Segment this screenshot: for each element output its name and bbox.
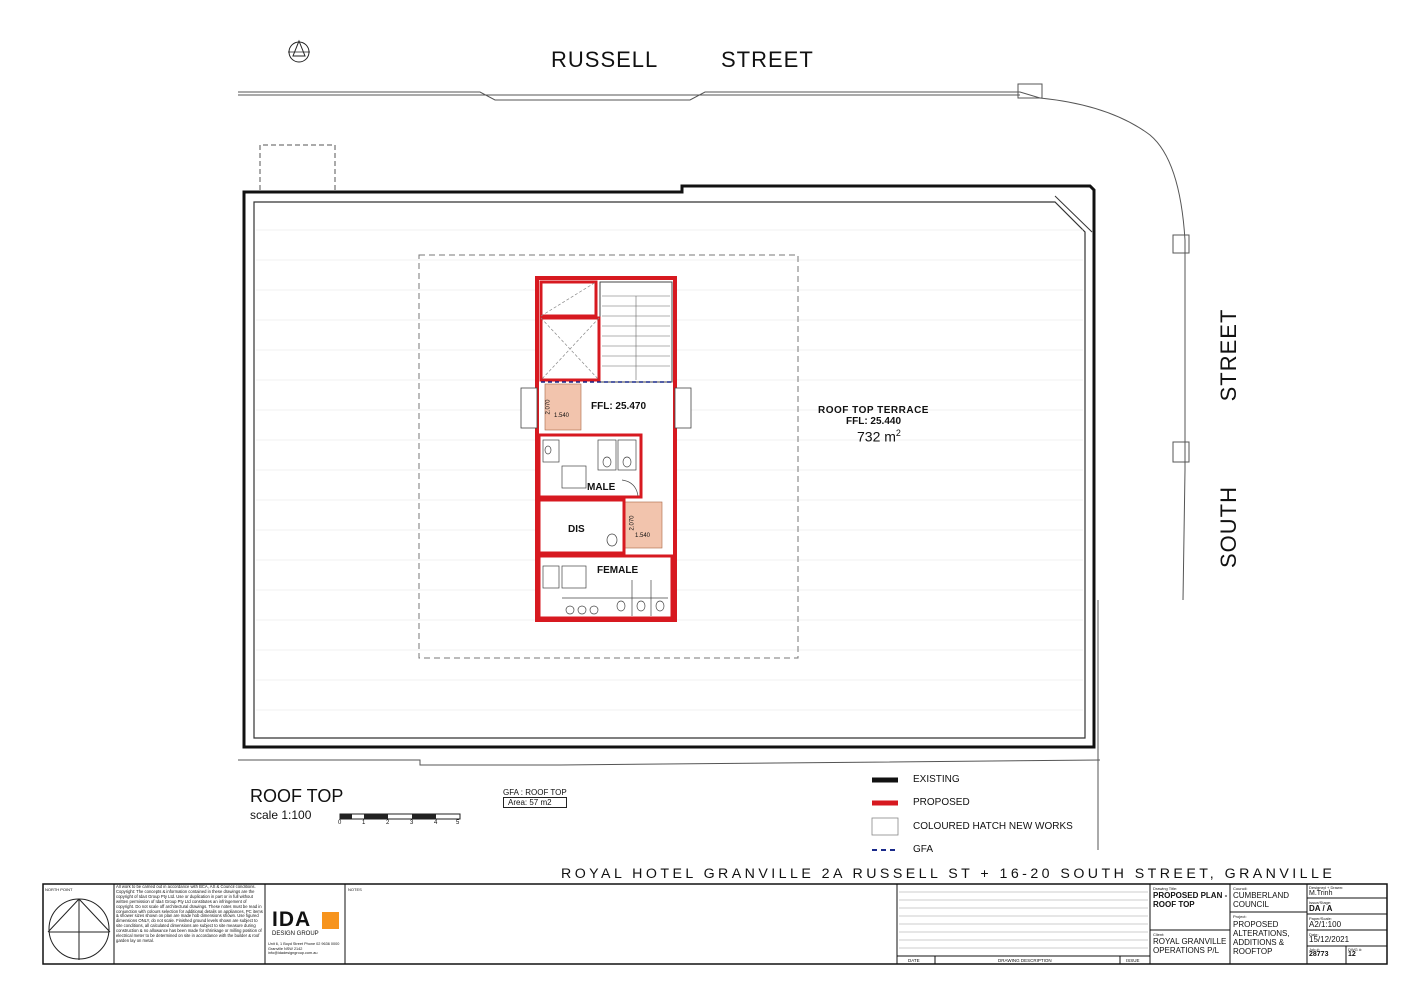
gfa-area-box: Area: 57 m2: [503, 797, 567, 808]
dwg-value: 12: [1348, 951, 1356, 958]
hatch-dim-a2: 2.070: [545, 399, 552, 415]
gfa-title: GFA : ROOF TOP: [503, 788, 567, 797]
project-label: Project:: [1233, 914, 1247, 919]
plan-scale: scale 1:100: [250, 808, 312, 822]
terrace-name-label: ROOF TOP TERRACE: [818, 405, 929, 416]
ida-logo-subtext: DESIGN GROUP: [272, 931, 319, 937]
council-value: CUMBERLAND COUNCIL: [1233, 891, 1290, 909]
paper-value: A2/1:100: [1309, 920, 1342, 929]
terrace-ffl-label: FFL: 25.440: [846, 416, 902, 427]
legend-existing-label: EXISTING: [913, 774, 960, 785]
south-street-label-south: SOUTH: [1216, 486, 1241, 568]
site-plan-drawing: [42, 39, 1388, 965]
legend-gfa-label: GFA: [913, 844, 934, 855]
drawing-title: PROPOSED PLAN - ROOF TOP: [1153, 891, 1228, 909]
legend-swatches: [871, 777, 899, 851]
north-point-label: NORTH POINT: [45, 887, 73, 892]
core-ffl-label: FFL: 25.470: [591, 401, 647, 412]
project-value: PROPOSED ALTERATIONS, ADDITIONS & ROOFTO…: [1233, 920, 1290, 956]
designed-value: M.Trinh: [1309, 890, 1333, 897]
male-room-label: MALE: [587, 482, 616, 493]
plan-title: ROOF TOP: [250, 786, 344, 806]
terrace-area-label: 732 m2: [857, 428, 901, 445]
hatch-dim-a1: 1.540: [554, 413, 570, 419]
notes-label: NOTES: [348, 887, 362, 892]
north-point-icon: [288, 39, 310, 63]
existing-structure-dashed: [259, 144, 336, 190]
hatch-dim-b1: 1.540: [635, 533, 651, 539]
female-room-label: FEMALE: [597, 565, 639, 576]
legend-proposed-label: PROPOSED: [913, 797, 970, 808]
revision-table-rows: [899, 891, 1148, 949]
ida-logo-text: IDA: [272, 908, 312, 931]
client-value: ROYAL GRANVILLE OPERATIONS P/L: [1153, 937, 1227, 955]
ida-logo-square: [322, 912, 339, 929]
ida-contact: Unit 6, 1 Boyd Street Phone 02 9636 0000…: [268, 942, 340, 955]
russell-street-label-a: RUSSELL: [551, 47, 659, 72]
copyright-notes: All work to be carried out in accordance…: [116, 885, 263, 943]
project-banner: ROYAL HOTEL GRANVILLE 2A RUSSELL ST + 16…: [561, 866, 1336, 882]
scale-bar: [339, 813, 461, 820]
status-value: DA / A: [1309, 904, 1333, 913]
dis-room-label: DIS: [568, 524, 585, 535]
job-value: 28773: [1309, 951, 1329, 958]
hatch-dim-b2: 2.070: [629, 515, 636, 531]
russell-street-label-b: STREET: [721, 47, 814, 72]
revision-date-col: DATE: [908, 958, 920, 963]
south-street-label-street: STREET: [1216, 308, 1241, 402]
revision-desc-col: DRAWING DESCRIPTION: [998, 958, 1052, 963]
street-kerb-lines: [238, 83, 1190, 850]
revision-issue-col: ISSUE: [1126, 958, 1140, 963]
date-value: 15/12/2021: [1309, 935, 1350, 944]
title-north-arrow-icon: [47, 898, 111, 960]
legend-hatch-label: COLOURED HATCH NEW WORKS: [913, 821, 1073, 832]
